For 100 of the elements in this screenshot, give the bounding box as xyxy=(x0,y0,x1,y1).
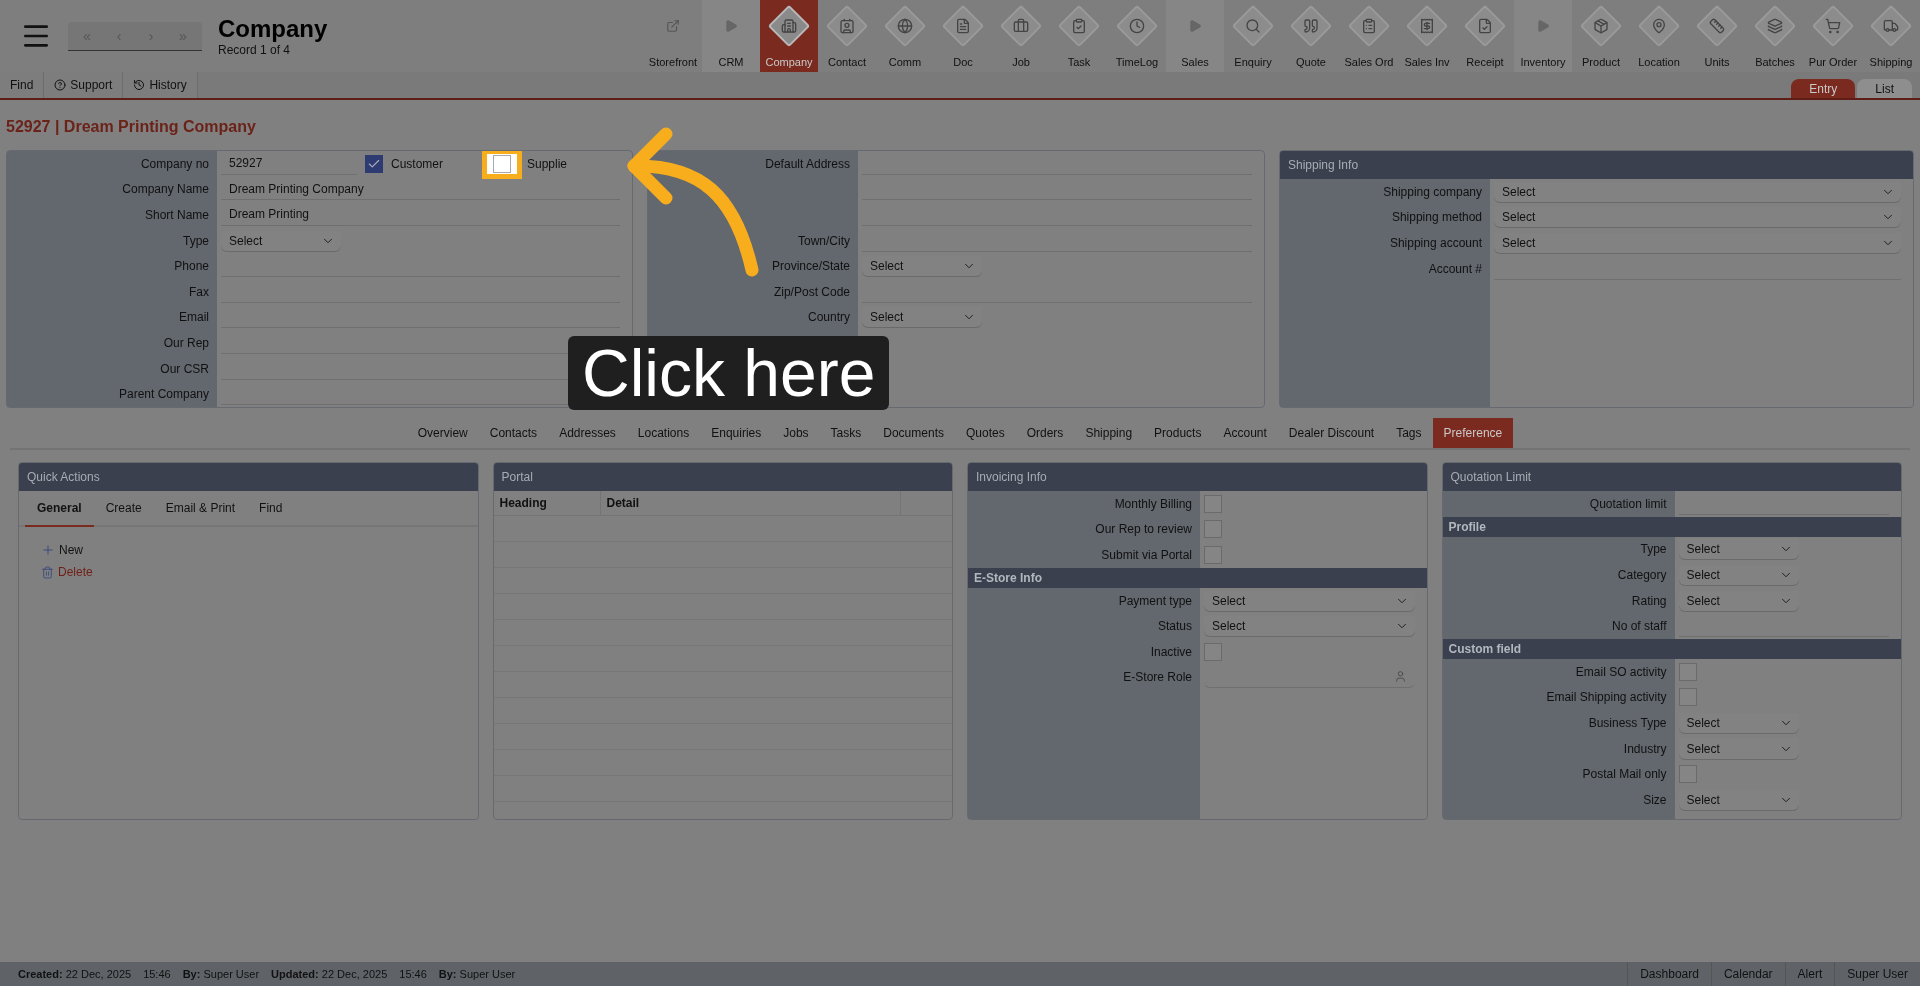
panel-title: Invoicing Info xyxy=(968,463,1427,491)
field-label: Inactive xyxy=(1149,644,1193,659)
tab[interactable]: Create xyxy=(93,491,154,527)
panel-title: Quick Actions xyxy=(19,463,478,491)
tab[interactable]: Quotes xyxy=(955,418,1016,448)
action-link[interactable]: New xyxy=(41,543,456,557)
field-label: Town/City xyxy=(797,233,851,248)
text-field[interactable]: 52927 xyxy=(221,152,357,175)
tab[interactable]: Tasks xyxy=(819,418,873,448)
person-icon xyxy=(1393,670,1407,684)
field-label: Size xyxy=(1642,792,1668,807)
field-label: Email xyxy=(178,310,210,325)
clipboard-list-icon xyxy=(1349,6,1389,46)
field-label: Status xyxy=(1156,619,1193,634)
footer-info: By: Super User xyxy=(182,968,260,980)
module-button[interactable]: Inventory xyxy=(1514,0,1572,72)
plus-icon xyxy=(41,543,55,557)
globe-icon xyxy=(885,6,925,46)
tab[interactable]: Documents xyxy=(872,418,955,448)
checkbox[interactable] xyxy=(1204,546,1222,564)
field-label: Short Name xyxy=(143,208,210,222)
field-label: Type xyxy=(1639,542,1668,557)
tab[interactable]: Shipping xyxy=(1074,418,1144,448)
checkbox[interactable] xyxy=(1204,494,1222,513)
field-label: Payment type xyxy=(1117,593,1193,608)
text-field[interactable]: Dream Printing xyxy=(221,204,620,226)
field-label: Shipping account xyxy=(1388,236,1483,250)
tab[interactable]: Products xyxy=(1143,418,1213,448)
field-label: Email Shipping activity xyxy=(1545,690,1668,705)
clipboard-check-icon xyxy=(1059,6,1099,46)
footer-info: By: Super User xyxy=(438,968,516,980)
section-heading: Custom field xyxy=(1442,638,1901,659)
clock-icon xyxy=(1117,6,1157,46)
text-field[interactable]: Dream Printing Company xyxy=(221,178,620,201)
action-link[interactable]: Delete xyxy=(41,565,456,579)
field-label: Our CSR xyxy=(159,361,210,376)
field-label: Our Rep xyxy=(162,335,210,350)
module-button[interactable]: Sales xyxy=(1166,0,1224,72)
footer-info: Updated: 22 Dec, 2025 xyxy=(271,968,388,980)
field-label: Parent Company xyxy=(117,387,210,402)
footer-link[interactable]: Super User xyxy=(1834,962,1920,986)
checkbox[interactable] xyxy=(1678,688,1697,707)
panel-title: Shipping Info xyxy=(1280,151,1913,179)
view-tab[interactable]: List xyxy=(1857,79,1912,98)
checkbox[interactable] xyxy=(1204,520,1222,539)
quote-icon xyxy=(1291,6,1331,46)
section-heading: Profile xyxy=(1442,516,1901,537)
tab[interactable]: Orders xyxy=(1015,418,1075,448)
briefcase-icon xyxy=(1001,6,1041,46)
field-label: Rating xyxy=(1630,593,1668,608)
package-icon xyxy=(1581,6,1621,46)
tab[interactable]: Jobs xyxy=(772,418,820,448)
record-counter: Record 1 of 4 xyxy=(218,43,292,57)
tab[interactable]: Addresses xyxy=(548,418,627,448)
footer-link[interactable]: Calendar xyxy=(1710,962,1785,986)
tab[interactable]: General xyxy=(25,491,94,527)
field-label: Postal Mail only xyxy=(1581,767,1668,782)
tab[interactable]: Locations xyxy=(626,418,701,448)
field-label: Phone xyxy=(173,259,210,274)
search-icon xyxy=(1233,6,1273,46)
field-label: Company Name xyxy=(121,182,210,197)
footer-info: 15:46 xyxy=(143,968,171,980)
view-tab[interactable]: Entry xyxy=(1791,79,1856,98)
field-label: Monthly Billing xyxy=(1113,496,1193,511)
module-button[interactable]: CRM xyxy=(702,0,760,72)
field-label: E-Store Role xyxy=(1122,670,1193,685)
file-check-icon xyxy=(1465,6,1505,46)
field-label: Province/State xyxy=(770,259,851,274)
footer-link[interactable]: Dashboard xyxy=(1627,962,1711,986)
tab[interactable]: Enquiries xyxy=(700,418,773,448)
receipt-icon xyxy=(1407,6,1447,46)
field-label: Industry xyxy=(1622,741,1668,756)
tab[interactable]: Tags xyxy=(1385,418,1433,448)
page-title: Company xyxy=(218,15,328,43)
tab[interactable]: Preference xyxy=(1432,418,1514,448)
checkbox[interactable] xyxy=(1678,662,1697,681)
tab[interactable]: Find xyxy=(247,491,295,527)
field-label: Shipping method xyxy=(1390,210,1483,225)
cart-icon xyxy=(1813,6,1853,46)
tab[interactable]: Overview xyxy=(406,418,479,448)
footer-info: 15:46 xyxy=(399,968,427,980)
field-label: Business Type xyxy=(1587,715,1668,730)
field-label: Account # xyxy=(1427,261,1483,276)
checkbox[interactable] xyxy=(365,154,383,173)
click-here-tooltip: Click here xyxy=(568,336,890,410)
truck-icon xyxy=(1871,6,1911,46)
footer-link[interactable]: Alert xyxy=(1784,962,1835,986)
field-label: Category xyxy=(1616,568,1668,582)
field-label: Our Rep to review xyxy=(1094,522,1193,537)
tab[interactable]: Email & Print xyxy=(153,491,248,527)
module-button[interactable]: Company xyxy=(760,0,818,72)
tab[interactable]: Dealer Discount xyxy=(1277,418,1386,448)
tab[interactable]: Account xyxy=(1212,418,1278,448)
checkbox-label: Customer xyxy=(391,156,443,171)
field-label: Email SO activity xyxy=(1574,664,1668,679)
tab[interactable]: Contacts xyxy=(478,418,549,448)
document-icon xyxy=(943,6,983,46)
checkbox[interactable] xyxy=(1678,765,1697,784)
checkbox[interactable] xyxy=(1204,642,1222,661)
ruler-icon xyxy=(1697,6,1737,46)
